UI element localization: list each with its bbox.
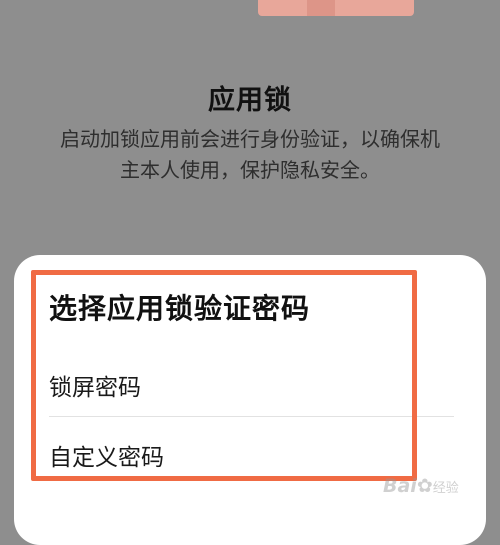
page-title: 应用锁 bbox=[208, 85, 292, 116]
description-line-1: 启动加锁应用前会进行身份验证，以确保机 bbox=[60, 127, 440, 151]
watermark-brand-right: 经验 bbox=[432, 481, 459, 496]
app-lock-illustration bbox=[258, 0, 414, 16]
paw-icon: ✿ bbox=[416, 475, 433, 497]
watermark-brand-left: Bai bbox=[383, 475, 417, 497]
baidu-watermark: Bai✿经验 bbox=[383, 475, 459, 497]
page-description: 启动加锁应用前会进行身份验证，以确保机 主本人使用，保护隐私安全。 bbox=[0, 124, 500, 186]
description-line-2: 主本人使用，保护隐私安全。 bbox=[120, 158, 380, 182]
highlight-annotation-box bbox=[31, 270, 417, 481]
illustration-accent bbox=[307, 0, 335, 16]
